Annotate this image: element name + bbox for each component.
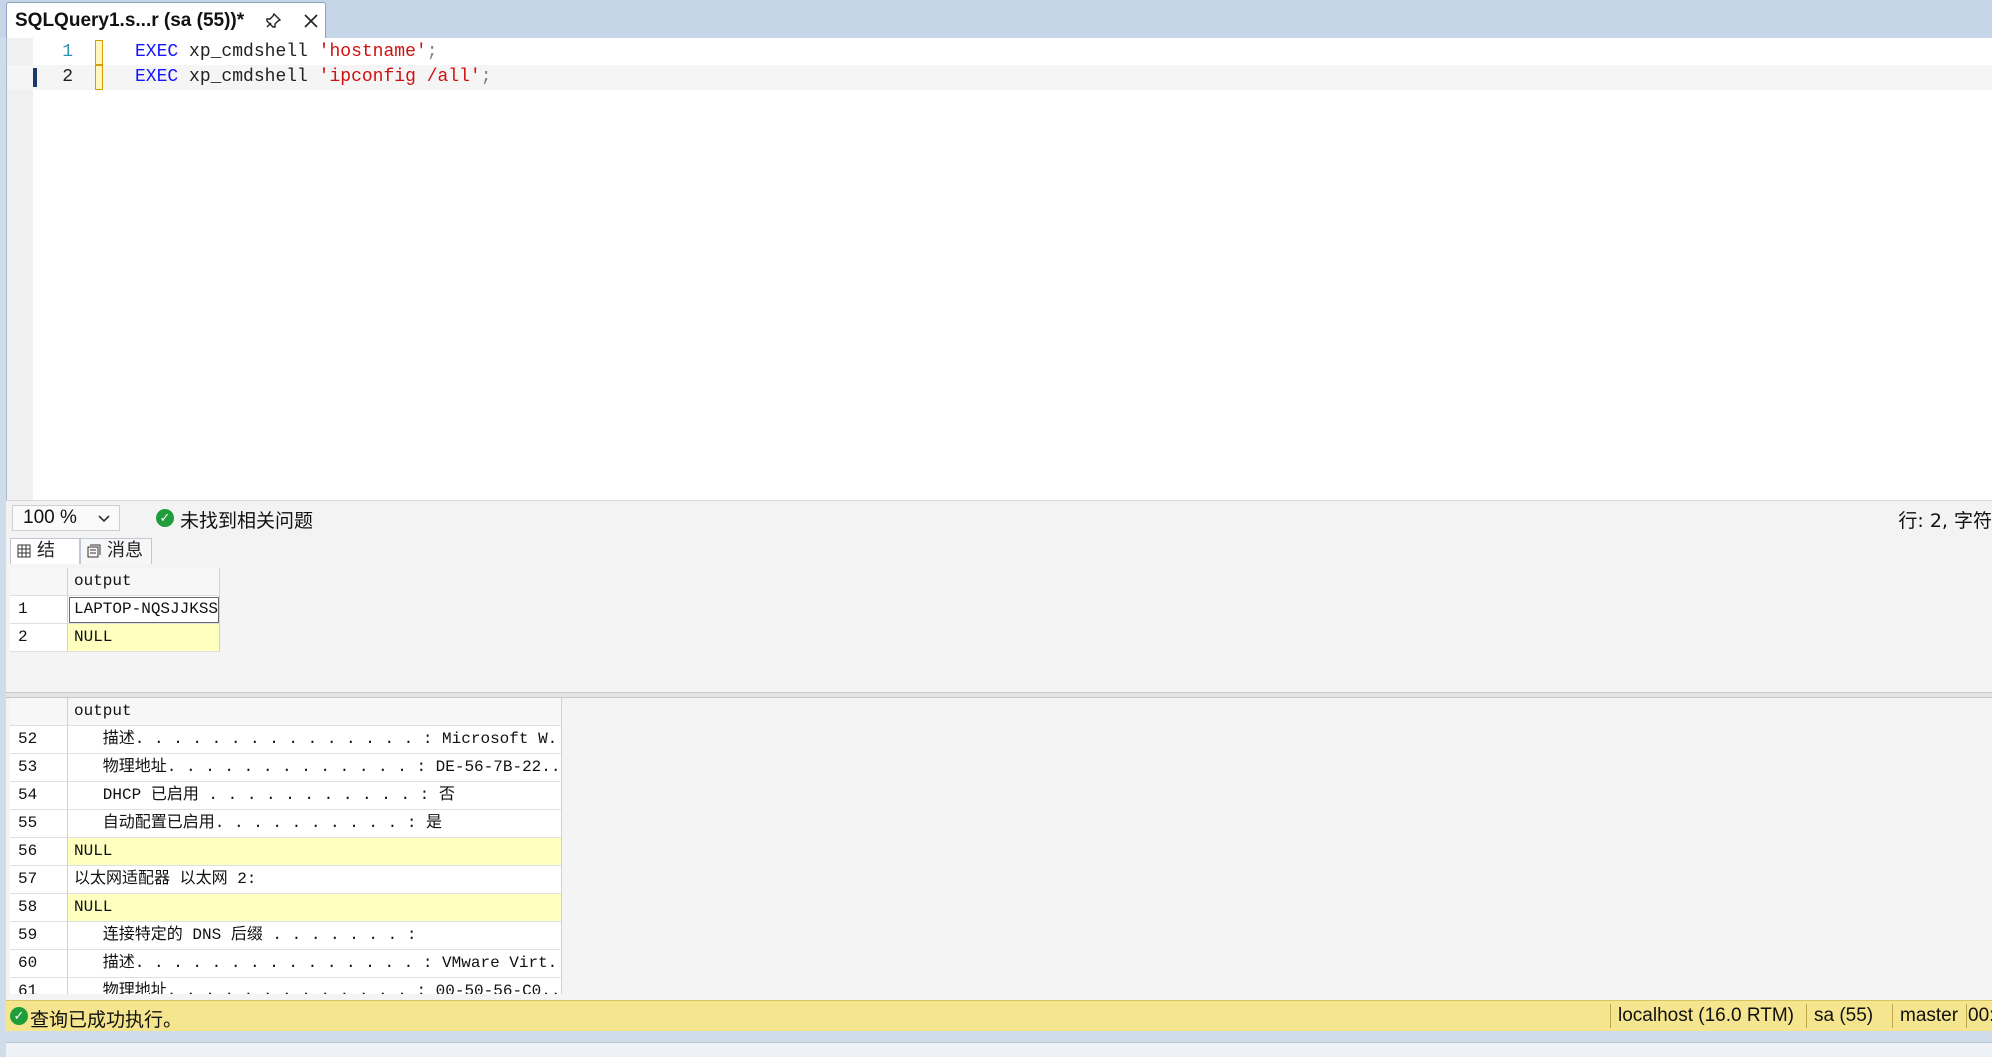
grid-cell[interactable]: 描述. . . . . . . . . . . . . . . : VMware… bbox=[68, 950, 562, 978]
change-marker bbox=[95, 65, 103, 90]
status-divider bbox=[1966, 1004, 1967, 1028]
grid-cell[interactable]: 以太网适配器 以太网 2: bbox=[68, 866, 562, 894]
code-line-current[interactable]: 2 EXEC xp_cmdshell 'ipconfig /all'; bbox=[7, 65, 1992, 90]
cursor-position: 行: 2, 字符 bbox=[1898, 510, 1992, 532]
status-divider bbox=[1610, 1004, 1611, 1028]
code-text: EXEC xp_cmdshell 'hostname'; bbox=[135, 40, 438, 65]
query-editor[interactable]: 1 EXEC xp_cmdshell 'hostname'; 2 EXEC xp… bbox=[6, 38, 1992, 500]
row-number[interactable]: 61 bbox=[10, 978, 68, 994]
sql-keyword: EXEC bbox=[135, 42, 179, 62]
query-status-bar: ✓ 查询已成功执行。 localhost (16.0 RTM) sa (55) … bbox=[6, 1000, 1992, 1031]
messages-icon bbox=[87, 544, 101, 558]
results-tab-strip: 结果 消息 bbox=[6, 534, 1992, 585]
editor-status-row: 100 % ✓ 未找到相关问题 行: 2, 字符 bbox=[6, 500, 1992, 535]
grid-cell[interactable]: 连接特定的 DNS 后缀 . . . . . . . : bbox=[68, 922, 562, 950]
sql-procedure: xp_cmdshell bbox=[189, 42, 308, 62]
sql-procedure: xp_cmdshell bbox=[189, 67, 308, 87]
results-pane: output 1 LAPTOP-NQSJJKSS 2 NULL output 5… bbox=[6, 564, 1992, 1000]
row-number[interactable]: 2 bbox=[10, 624, 68, 652]
tab-messages[interactable]: 消息 bbox=[80, 538, 152, 564]
sql-terminator: ; bbox=[426, 42, 438, 62]
status-divider bbox=[1892, 1004, 1893, 1028]
grid-cell[interactable]: 描述. . . . . . . . . . . . . . . : Micros… bbox=[68, 726, 562, 754]
result-grid-ipconfig[interactable]: output 52 描述. . . . . . . . . . . . . . … bbox=[10, 698, 570, 994]
row-number[interactable]: 1 bbox=[10, 596, 68, 624]
code-text: EXEC xp_cmdshell 'ipconfig /all'; bbox=[135, 65, 492, 90]
grid-cell-null[interactable]: NULL bbox=[68, 838, 562, 866]
column-header-output[interactable]: output bbox=[68, 698, 562, 726]
grid-cell[interactable]: DHCP 已启用 . . . . . . . . . . . : 否 bbox=[68, 782, 562, 810]
grid-corner[interactable] bbox=[10, 698, 68, 726]
pin-icon[interactable] bbox=[261, 9, 285, 33]
grid-cell[interactable]: LAPTOP-NQSJJKSS bbox=[68, 596, 220, 624]
line-number: 1 bbox=[62, 42, 73, 62]
bottom-panel-strip bbox=[0, 1032, 1992, 1057]
line-number: 2 bbox=[62, 67, 73, 87]
tab-results[interactable]: 结果 bbox=[10, 538, 80, 585]
row-number[interactable]: 58 bbox=[10, 894, 68, 922]
row-number[interactable]: 57 bbox=[10, 866, 68, 894]
grid-cell-null[interactable]: NULL bbox=[68, 894, 562, 922]
zoom-select[interactable]: 100 % bbox=[12, 505, 120, 531]
status-database: master bbox=[1900, 1005, 1959, 1026]
row-number[interactable]: 59 bbox=[10, 922, 68, 950]
close-icon[interactable] bbox=[299, 9, 323, 33]
row-number[interactable]: 60 bbox=[10, 950, 68, 978]
row-number[interactable]: 54 bbox=[10, 782, 68, 810]
query-tab-title: SQLQuery1.s...r (sa (55))* bbox=[15, 9, 245, 31]
row-number[interactable]: 53 bbox=[10, 754, 68, 782]
grid-cell-null[interactable]: NULL bbox=[68, 624, 220, 652]
issues-status[interactable]: 未找到相关问题 bbox=[180, 506, 313, 533]
status-elapsed-time: 00:0 bbox=[1968, 1005, 1992, 1026]
sql-keyword: EXEC bbox=[135, 67, 179, 87]
code-line[interactable]: 1 EXEC xp_cmdshell 'hostname'; bbox=[7, 40, 1992, 65]
change-marker bbox=[95, 40, 103, 65]
query-tab[interactable]: SQLQuery1.s...r (sa (55))* bbox=[6, 2, 326, 38]
zoom-value: 100 % bbox=[23, 507, 77, 528]
sql-string: 'hostname' bbox=[318, 42, 427, 62]
bottom-panel bbox=[6, 1042, 1992, 1057]
row-number[interactable]: 52 bbox=[10, 726, 68, 754]
column-header-output[interactable]: output bbox=[68, 568, 220, 596]
grid-corner[interactable] bbox=[10, 568, 68, 596]
status-divider bbox=[1806, 1004, 1807, 1028]
sql-string: 'ipconfig /all' bbox=[318, 67, 481, 87]
grid-cell[interactable]: 物理地址. . . . . . . . . . . . . : DE-56-7B… bbox=[68, 754, 562, 782]
status-user: sa (55) bbox=[1814, 1005, 1874, 1026]
chevron-down-icon bbox=[97, 506, 111, 537]
grid-cell[interactable]: 物理地址. . . . . . . . . . . . . : 00-50-56… bbox=[68, 978, 562, 994]
document-tab-strip: SQLQuery1.s...r (sa (55))* bbox=[0, 0, 1992, 38]
sql-terminator: ; bbox=[480, 67, 492, 87]
check-circle-icon: ✓ bbox=[10, 1007, 28, 1025]
editor-gutter bbox=[7, 38, 33, 500]
check-circle-icon: ✓ bbox=[156, 509, 174, 527]
grid-cell[interactable]: 自动配置已启用. . . . . . . . . . : 是 bbox=[68, 810, 562, 838]
row-number[interactable]: 56 bbox=[10, 838, 68, 866]
query-status-message: 查询已成功执行。 bbox=[30, 1009, 183, 1031]
row-number[interactable]: 55 bbox=[10, 810, 68, 838]
status-server: localhost (16.0 RTM) bbox=[1618, 1005, 1794, 1026]
tab-messages-label: 消息 bbox=[107, 540, 143, 561]
grid-icon bbox=[17, 544, 31, 558]
ssms-window: SQLQuery1.s...r (sa (55))* 1 EXEC xp_cmd… bbox=[0, 0, 1992, 1057]
